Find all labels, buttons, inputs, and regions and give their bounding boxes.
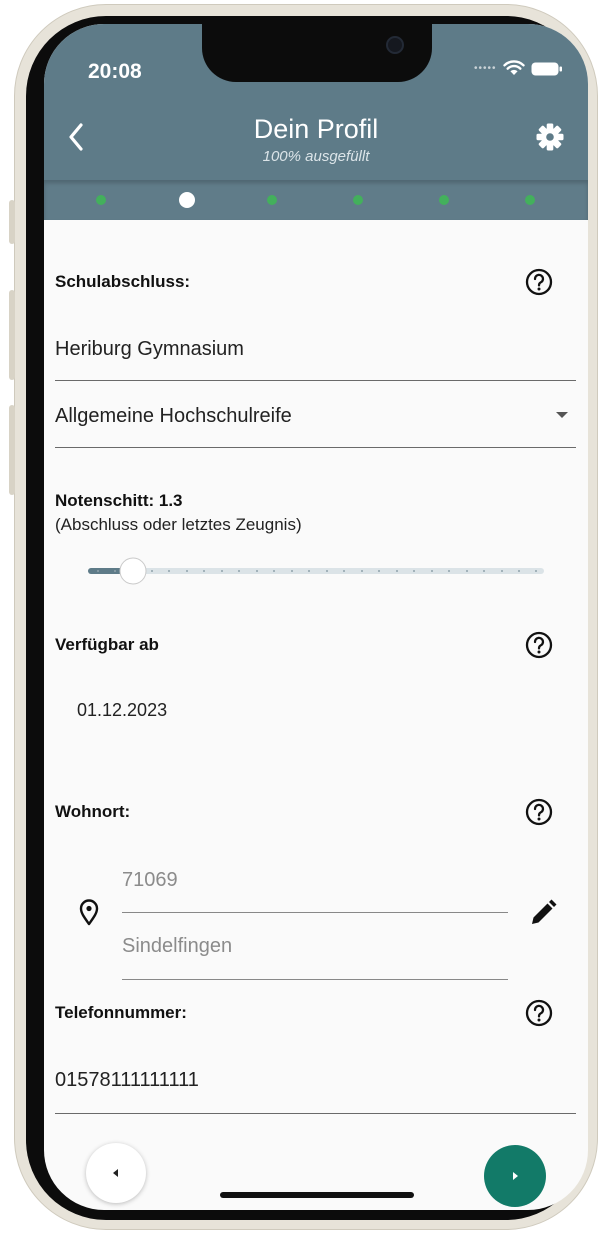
school-name-field[interactable]: Heriburg Gymnasium — [55, 338, 244, 361]
degree-select[interactable]: Allgemeine Hochschulreife — [55, 405, 292, 428]
postal-code-underline — [122, 912, 508, 913]
phone-number-underline — [55, 1113, 576, 1114]
step-indicator[interactable] — [353, 195, 363, 205]
status-time: 20:08 — [88, 60, 142, 83]
volume-up-button — [9, 290, 15, 380]
grade-slider[interactable] — [88, 555, 544, 587]
caret-left-icon — [113, 1169, 118, 1177]
gear-icon[interactable] — [536, 123, 564, 151]
map-pin-icon — [79, 899, 99, 926]
progress-steps-bar — [44, 180, 588, 220]
status-icons: ••••• — [474, 60, 563, 77]
residence-label: Wohnort: — [55, 802, 131, 821]
page-title: Dein Profil — [253, 114, 379, 144]
school-name-underline — [55, 380, 576, 381]
step-indicator[interactable] — [96, 195, 106, 205]
pencil-icon[interactable] — [529, 899, 557, 927]
step-indicator[interactable] — [525, 195, 535, 205]
city-field[interactable]: Sindelfingen — [122, 935, 232, 958]
postal-code-field[interactable]: 71069 — [122, 869, 178, 892]
grade-hint: (Abschluss oder letztes Zeugnis) — [55, 515, 302, 534]
degree-select-underline — [55, 447, 576, 448]
help-circle-icon[interactable] — [524, 630, 554, 660]
app-screen: 20:08 ••••• Dein Profil 100% ausgefüllt — [44, 24, 588, 1210]
home-indicator — [220, 1192, 414, 1198]
education-label: Schulabschluss: — [55, 272, 191, 291]
notch — [202, 24, 432, 82]
front-camera — [386, 36, 404, 54]
city-underline — [122, 979, 508, 980]
step-indicator[interactable] — [439, 195, 449, 205]
caret-down-icon[interactable] — [555, 410, 569, 420]
wifi-icon — [502, 60, 525, 75]
step-indicator[interactable] — [267, 195, 277, 205]
battery-icon — [531, 62, 562, 75]
step-indicator-active[interactable] — [179, 192, 195, 208]
completion-status: 100% ausgefüllt — [262, 148, 370, 165]
grade-label: Notenschitt: 1.3 — [55, 491, 183, 510]
signal-dots-icon: ••••• — [474, 63, 497, 74]
next-button[interactable] — [484, 1145, 546, 1207]
previous-button[interactable] — [86, 1143, 146, 1203]
caret-right-icon — [513, 1172, 518, 1180]
volume-down-button — [9, 405, 15, 495]
help-circle-icon[interactable] — [524, 797, 554, 827]
phone-label: Telefonnummer: — [55, 1003, 187, 1022]
availability-date[interactable]: 01.12.2023 — [77, 700, 167, 721]
help-circle-icon[interactable] — [524, 267, 554, 297]
mute-switch — [9, 200, 15, 244]
help-circle-icon[interactable] — [524, 998, 554, 1028]
availability-label: Verfügbar ab — [55, 635, 159, 654]
phone-number-field[interactable]: 01578111111111 — [55, 1069, 199, 1092]
